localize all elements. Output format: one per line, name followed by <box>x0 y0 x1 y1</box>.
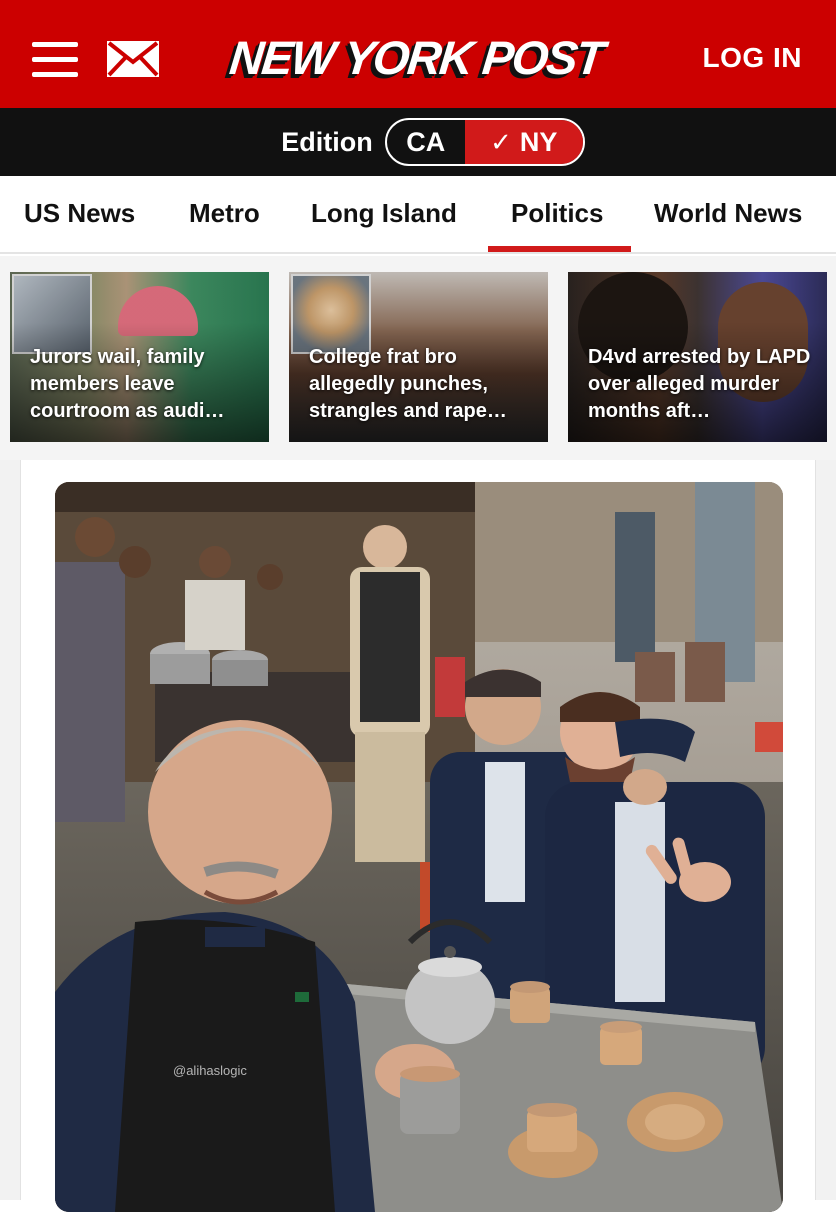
edition-label: Edition <box>281 126 373 157</box>
edition-option-ny-label: NY <box>519 126 558 157</box>
main-content: @alihaslogic <box>0 460 836 1212</box>
site-header: NEW YORK POST LOG IN <box>0 0 836 108</box>
nav-item-metro[interactable]: Metro <box>189 198 260 229</box>
photo-watermark: @alihaslogic <box>173 1063 247 1078</box>
article-card: @alihaslogic <box>20 460 816 1212</box>
brand-wordmark: NEW YORK POST <box>226 30 606 84</box>
nav-item-world-news[interactable]: World News <box>654 198 802 229</box>
nav-item-us-news[interactable]: US News <box>24 198 135 229</box>
story-title: College frat bro allegedly punches, stra… <box>309 346 507 422</box>
active-nav-indicator <box>488 246 631 252</box>
section-nav: US News Metro Long Island Politics World… <box>0 176 836 254</box>
nav-item-politics[interactable]: Politics <box>511 198 603 229</box>
edition-toggle: CA ✓ NY <box>384 118 585 166</box>
photo-illustration: @alihaslogic <box>55 482 783 1212</box>
nav-item-long-island[interactable]: Long Island <box>311 198 457 229</box>
edition-option-ca-label: CA <box>406 126 446 157</box>
mail-envelope-icon[interactable] <box>106 40 160 78</box>
edition-option-ca[interactable]: CA <box>387 120 465 164</box>
story-title: Jurors wail, family members leave courtr… <box>30 346 225 422</box>
edition-option-ny[interactable]: ✓ NY <box>464 120 583 164</box>
checkmark-icon: ✓ <box>490 126 512 157</box>
edition-bar: Edition CA ✓ NY <box>0 108 836 176</box>
story-title: D4vd arrested by LAPD over alleged murde… <box>588 346 811 422</box>
story-card[interactable]: Jurors wail, family members leave courtr… <box>10 272 269 442</box>
story-card[interactable]: D4vd arrested by LAPD over alleged murde… <box>568 272 827 442</box>
hamburger-menu-icon[interactable] <box>32 42 78 78</box>
site-logo[interactable]: NEW YORK POST <box>220 26 612 88</box>
article-photo[interactable]: @alihaslogic <box>55 482 783 1212</box>
story-carousel: Jurors wail, family members leave courtr… <box>0 256 836 460</box>
login-button[interactable]: LOG IN <box>703 42 802 74</box>
story-card[interactable]: College frat bro allegedly punches, stra… <box>289 272 548 442</box>
